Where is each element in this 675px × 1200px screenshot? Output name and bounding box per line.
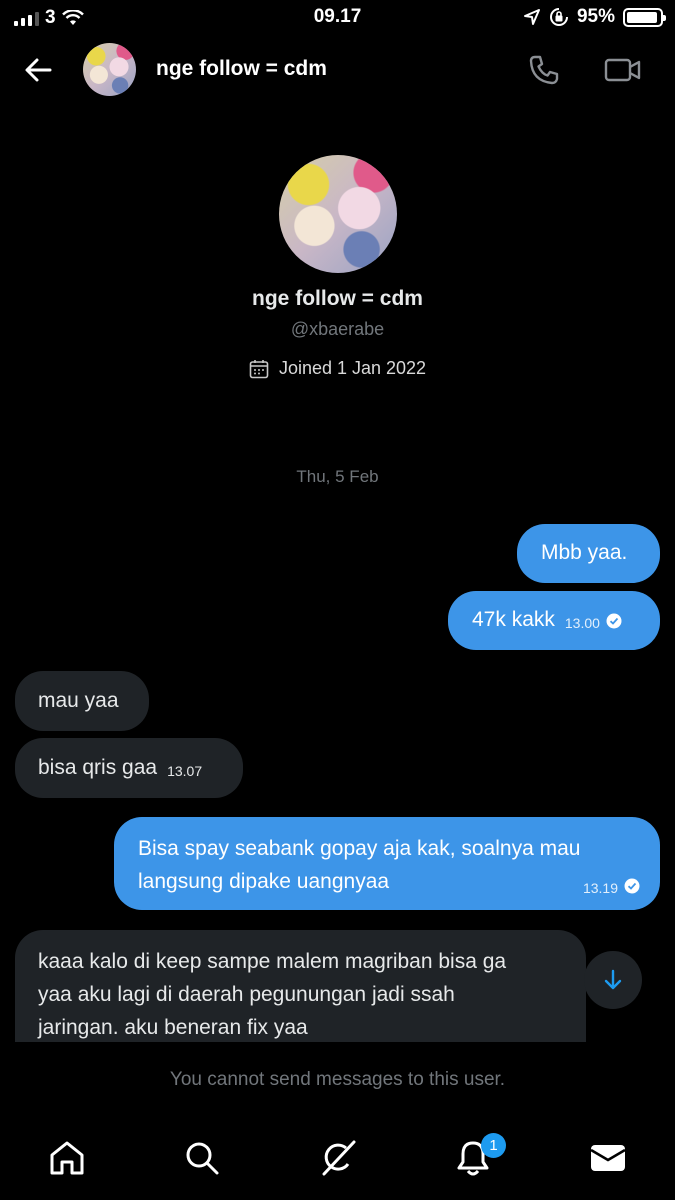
video-camera-icon[interactable]: [603, 52, 643, 88]
date-divider: Thu, 5 Feb: [296, 467, 379, 486]
message-text: kaaa kalo di keep sampe malem magriban b…: [38, 950, 507, 973]
message-bubble-received[interactable]: mau yaa: [15, 671, 149, 731]
profile-name[interactable]: nge follow = cdm: [0, 287, 675, 311]
message-text: Bisa spay seabank gopay aja kak, soalnya…: [138, 837, 581, 860]
joined-label: Joined 1 Jan 2022: [278, 358, 427, 378]
search-icon[interactable]: [182, 1138, 222, 1178]
profile-card: nge follow = cdm @xbaerabe Joined 1 Jan …: [0, 155, 675, 379]
message-time: 13.07: [167, 763, 203, 779]
battery-icon: [623, 7, 666, 27]
message-bubble-sent[interactable]: Bisa spay seabank gopay aja kak, soalnya…: [114, 817, 660, 910]
notification-badge: 1: [481, 1133, 506, 1158]
home-icon[interactable]: [47, 1138, 87, 1178]
message-bubble-received[interactable]: bisa qris gaa 13.07: [15, 738, 243, 798]
message-bubble-sent[interactable]: Mbb yaa.: [517, 524, 660, 583]
message-text: 47k kakk: [472, 608, 555, 631]
status-bar: 3 09.17 95%: [0, 0, 675, 34]
battery-percent: 95%: [576, 6, 615, 27]
read-check-icon: [624, 878, 640, 894]
read-check-icon: [606, 613, 622, 629]
joined-date: Joined 1 Jan 2022: [0, 358, 675, 379]
conversation-title[interactable]: nge follow = cdm: [156, 57, 327, 81]
message-text: langsung dipake uangnyaa: [138, 870, 390, 893]
message-text: Mbb yaa.: [541, 541, 628, 564]
message-text: jaringan. aku beneran fix yaa: [38, 1016, 308, 1039]
phone-icon[interactable]: [526, 52, 562, 88]
message-time: 13.19: [582, 880, 618, 896]
calendar-icon: [249, 359, 269, 378]
profile-avatar[interactable]: [278, 155, 397, 273]
status-right: 95%: [523, 6, 666, 28]
back-arrow-icon[interactable]: [20, 52, 56, 88]
cannot-send-notice: You cannot send messages to this user.: [169, 1069, 506, 1090]
location-icon: [523, 9, 540, 25]
message-bubble-sent[interactable]: 47k kakk 13.00: [448, 591, 660, 650]
arrow-down-icon: [604, 969, 622, 990]
message-bubble-received[interactable]: kaaa kalo di keep sampe malem magriban b…: [15, 930, 586, 1042]
avatar[interactable]: [83, 43, 136, 96]
message-text: yaa aku lagi di daerah pegunungan jadi s…: [38, 983, 455, 1006]
messages-icon[interactable]: [588, 1138, 628, 1178]
message-text: mau yaa: [38, 689, 119, 712]
scroll-to-bottom-button[interactable]: [584, 951, 642, 1009]
profile-handle: @xbaerabe: [290, 319, 385, 339]
conversation-header: nge follow = cdm: [0, 40, 675, 98]
message-text: bisa qris gaa: [38, 756, 158, 779]
rotation-lock-icon: [550, 8, 568, 26]
grok-icon[interactable]: [318, 1138, 358, 1178]
message-time: 13.00: [564, 615, 600, 631]
bottom-tab-bar: [0, 1128, 675, 1192]
